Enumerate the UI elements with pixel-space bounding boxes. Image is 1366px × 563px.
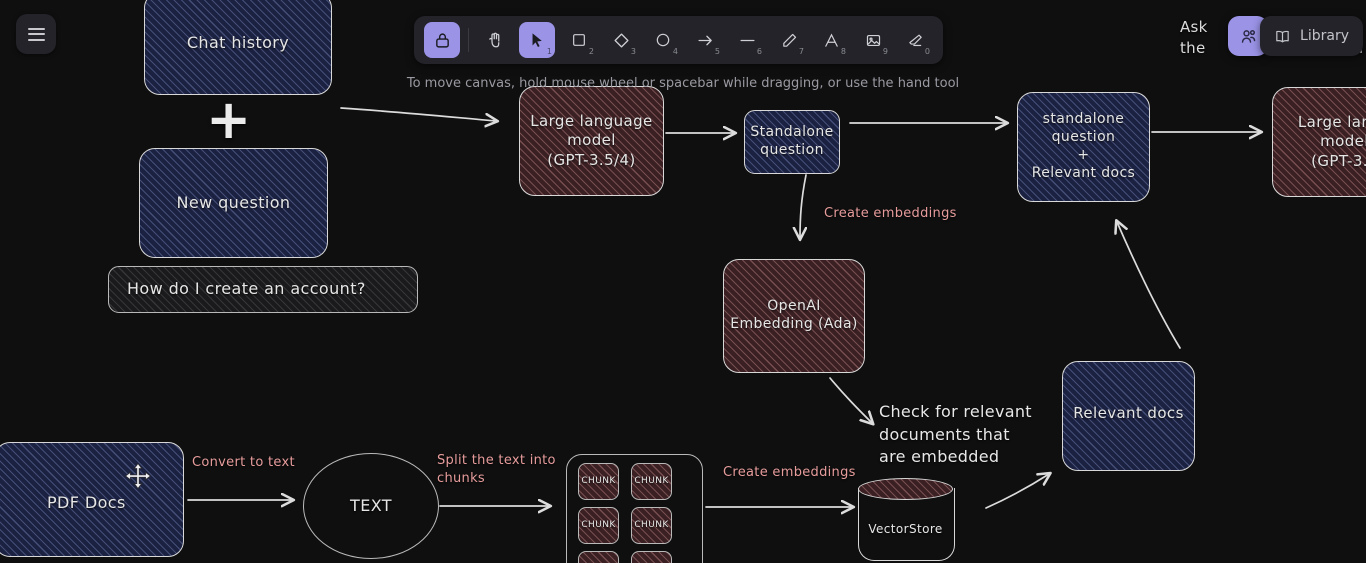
tool-shortcut: 9 (882, 47, 888, 56)
line-icon (739, 39, 755, 41)
node-label: Standalone question (750, 124, 834, 158)
tool-shortcut: 1 (546, 47, 552, 56)
node-label: CHUNK (581, 519, 616, 530)
selection-tool-button[interactable]: 1 (519, 22, 555, 58)
annotation-create-embeddings-top: Create embeddings (824, 206, 957, 221)
library-label: Library (1300, 28, 1349, 44)
draw-tool-button[interactable]: 7 (771, 22, 807, 58)
node-large-language-model-2[interactable]: Large langu model (GPT-3.5 (1272, 87, 1366, 197)
node-label: New question (176, 192, 291, 212)
node-label: OpenAI Embedding (Ada) (730, 298, 858, 332)
toolbar-divider (468, 28, 469, 52)
cylinder-top (858, 478, 953, 500)
canvas-hint-text: To move canvas, hold mouse wheel or spac… (406, 76, 960, 91)
node-chunk[interactable]: CHUNK (578, 507, 619, 544)
node-label: Chat history (186, 33, 290, 53)
node-label: TEXT (350, 495, 392, 515)
annotation-split-the-text: Split the text into chunks (437, 453, 556, 487)
move-cursor-icon (124, 462, 152, 490)
tool-shortcut: 6 (756, 47, 762, 56)
canvas-text-left-partial: Ask the (1180, 18, 1208, 58)
text-tool-button[interactable]: 8 (813, 22, 849, 58)
tool-shortcut: 5 (714, 47, 720, 56)
collaborators-icon (1241, 29, 1255, 43)
node-label: CHUNK (634, 519, 669, 530)
node-chunk[interactable]: CHUNK (631, 463, 672, 500)
node-chunk[interactable]: CHUNK (578, 551, 619, 563)
tool-shortcut: 2 (588, 47, 594, 56)
lock-tool-button[interactable] (424, 22, 460, 58)
node-label: How do I create an account? (127, 279, 366, 299)
eraser-tool-button[interactable]: 0 (897, 22, 933, 58)
annotation-check-relevant-documents: Check for relevant documents that are em… (879, 402, 1032, 467)
node-text-ellipse[interactable]: TEXT (303, 453, 439, 559)
toolbar[interactable]: 1 2 3 4 5 6 7 8 9 0 (414, 16, 943, 64)
node-large-language-model-1[interactable]: Large language model (GPT-3.5/4) (519, 86, 664, 196)
node-chunk[interactable]: CHUNK (631, 551, 672, 563)
image-icon (866, 34, 880, 46)
hand-tool-button[interactable] (477, 22, 513, 58)
lock-icon (435, 32, 449, 48)
node-openai-embedding[interactable]: OpenAI Embedding (Ada) (723, 259, 865, 373)
node-label: standalone question + Relevant docs (1031, 111, 1136, 181)
plus-symbol: + (206, 88, 252, 151)
excalidraw-app: Ask the te on Chat history + New questio… (0, 0, 1366, 563)
annotation-convert-to-text: Convert to text (192, 455, 295, 470)
library-button[interactable]: Library (1260, 16, 1363, 56)
eraser-icon (908, 34, 922, 46)
diamond-icon (613, 32, 629, 48)
main-menu-button[interactable] (16, 14, 56, 54)
node-label: Large language model (GPT-3.5/4) (530, 112, 653, 169)
line-tool-button[interactable]: 6 (729, 22, 765, 58)
ellipse-tool-button[interactable]: 4 (645, 22, 681, 58)
tool-shortcut: 8 (840, 47, 846, 56)
node-label: Relevant docs (1073, 404, 1184, 422)
book-icon (1276, 30, 1289, 42)
tool-shortcut: 0 (924, 47, 930, 56)
node-label: Large langu model (GPT-3.5 (1297, 113, 1366, 170)
cursor-icon (532, 32, 542, 47)
rectangle-tool-button[interactable]: 2 (561, 22, 597, 58)
rectangle-icon (573, 34, 585, 46)
hand-icon (489, 32, 500, 48)
node-label: PDF Docs (47, 493, 126, 512)
ellipse-icon (656, 33, 670, 47)
node-chunk[interactable]: CHUNK (631, 507, 672, 544)
arrow-tool-button[interactable]: 5 (687, 22, 723, 58)
tool-shortcut: 7 (798, 47, 804, 56)
pencil-icon (782, 33, 796, 47)
node-chunk[interactable]: CHUNK (578, 463, 619, 500)
node-label: VectorStore (868, 522, 943, 536)
tool-shortcut: 4 (672, 47, 678, 56)
node-pdf-docs[interactable]: PDF Docs (0, 442, 184, 557)
node-question-example[interactable]: How do I create an account? (108, 266, 418, 313)
tool-shortcut: 3 (630, 47, 636, 56)
text-icon (824, 32, 838, 47)
arrow-icon (697, 35, 712, 45)
diamond-tool-button[interactable]: 3 (603, 22, 639, 58)
node-vectorstore[interactable]: VectorStore (858, 478, 955, 563)
node-new-question[interactable]: New question (139, 148, 328, 258)
node-standalone-question[interactable]: Standalone question (744, 110, 840, 174)
image-tool-button[interactable]: 9 (855, 22, 891, 58)
node-label: CHUNK (634, 475, 669, 486)
node-label: CHUNK (581, 475, 616, 486)
hamburger-icon (27, 27, 45, 41)
node-standalone-question-plus-relevant-docs[interactable]: standalone question + Relevant docs (1017, 92, 1150, 202)
chunk-grid: CHUNK CHUNK CHUNK CHUNK CHUNK CHUNK (578, 463, 692, 563)
node-relevant-docs[interactable]: Relevant docs (1062, 361, 1195, 471)
annotation-create-embeddings-bottom: Create embeddings (723, 465, 856, 480)
